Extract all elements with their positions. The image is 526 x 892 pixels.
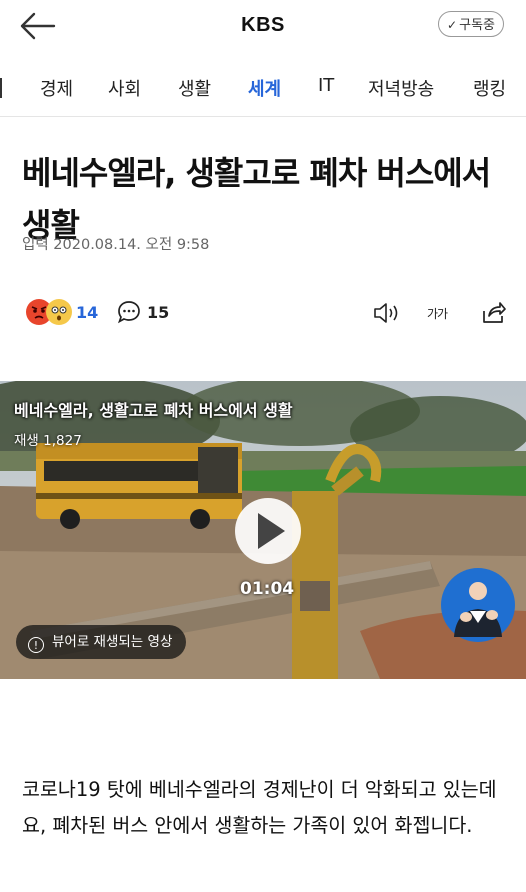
font-size-label: 가가	[427, 307, 448, 321]
tab-society[interactable]: 사회	[108, 75, 141, 101]
tab-economy[interactable]: 경제	[40, 75, 73, 101]
tab-evening-broadcast[interactable]: 저녁방송	[368, 75, 434, 101]
surprised-face-icon	[46, 299, 72, 325]
viewer-notice[interactable]: ! 뷰어로 재생되는 영상	[16, 625, 187, 659]
comment-count: 15	[147, 303, 170, 322]
comment-icon	[118, 301, 140, 324]
category-tabs: 경제 사회 생활 세계 IT 저녁방송 랭킹	[0, 60, 526, 117]
tab-it[interactable]: IT	[318, 75, 334, 96]
info-icon: !	[28, 637, 44, 653]
font-size-button[interactable]: 가가	[427, 303, 448, 323]
video-title: 베네수엘라, 생활고로 폐차 버스에서 생활	[14, 401, 293, 420]
viewer-notice-text: 뷰어로 재생되는 영상	[52, 634, 173, 650]
article-actions: 14 15 가가	[0, 295, 526, 335]
speaker-icon[interactable]	[372, 300, 402, 326]
sign-language-icon	[441, 568, 515, 642]
tab-edge	[0, 78, 2, 98]
subscribe-button[interactable]: ✓ 구독중	[438, 11, 504, 37]
video-duration: 01:04	[240, 579, 295, 599]
tab-world[interactable]: 세계	[248, 75, 281, 101]
share-icon[interactable]	[481, 299, 507, 325]
reaction-count: 14	[76, 303, 99, 322]
view-count: 재생 1,827	[14, 433, 82, 449]
tab-life[interactable]: 생활	[178, 75, 211, 101]
top-bar: KBS ✓ 구독중	[0, 0, 526, 52]
video-player[interactable]: 베네수엘라, 생활고로 폐차 버스에서 생활 재생 1,827 01:04 ! 뷰…	[0, 381, 526, 679]
subscribe-label: 구독중	[459, 18, 495, 33]
bus-illustration	[36, 443, 242, 529]
check-icon: ✓	[447, 18, 458, 32]
tab-ranking[interactable]: 랭킹	[473, 75, 506, 101]
article-lead: 코로나19 탓에 베네수엘라의 경제난이 더 악화되고 있는데요, 폐차된 버스…	[22, 778, 497, 837]
published-time: 입력 2020.08.14. 오전 9:58	[22, 237, 210, 253]
